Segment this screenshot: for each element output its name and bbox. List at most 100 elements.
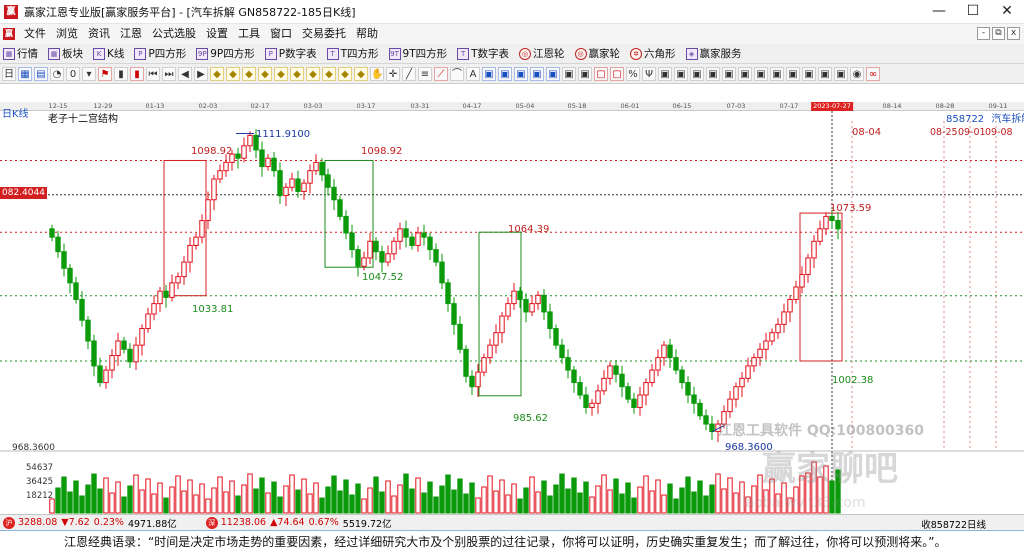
- menu-news[interactable]: 资讯: [83, 24, 115, 44]
- menu-window[interactable]: 窗口: [265, 24, 297, 44]
- mdi-close-button[interactable]: x: [1007, 27, 1020, 40]
- mdi-restore-button[interactable]: ⧉: [992, 27, 1005, 40]
- candle-body: [577, 382, 583, 396]
- diamond-icon[interactable]: ◆: [306, 66, 320, 81]
- volume-bar: [295, 489, 301, 514]
- box-icon[interactable]: ▣: [498, 66, 512, 81]
- volume-bar: [367, 487, 373, 514]
- menu-browse[interactable]: 浏览: [51, 24, 83, 44]
- diamond-icon[interactable]: ◆: [226, 66, 240, 81]
- chevron-down-icon[interactable]: ▾: [82, 66, 96, 81]
- diamond-icon[interactable]: ◆: [274, 66, 288, 81]
- diamond-icon[interactable]: ◆: [338, 66, 352, 81]
- tool-9p-square[interactable]: 9P 9P四方形: [193, 46, 255, 61]
- arc-icon[interactable]: ⌒: [450, 66, 464, 81]
- circle-icon[interactable]: ◉: [850, 66, 864, 81]
- diamond-icon[interactable]: ◆: [210, 66, 224, 81]
- sh-index[interactable]: 沪 3288.08 ▼7.62 0.23% 4971.88亿: [0, 516, 177, 530]
- tool-winner-service[interactable]: ◈ 赢家服务: [683, 46, 742, 61]
- box-icon[interactable]: ▣: [658, 66, 672, 81]
- candle-body: [685, 382, 691, 396]
- lines-icon[interactable]: ≡: [418, 66, 432, 81]
- text-icon[interactable]: A: [466, 66, 480, 81]
- diamond-icon[interactable]: ◆: [258, 66, 272, 81]
- candle-body: [487, 344, 493, 359]
- box-icon[interactable]: ▣: [706, 66, 720, 81]
- diamond-icon[interactable]: ◆: [322, 66, 336, 81]
- box-icon[interactable]: ▣: [546, 66, 560, 81]
- box-icon[interactable]: ▣: [514, 66, 528, 81]
- candle-body: [223, 161, 229, 172]
- step-right-icon[interactable]: ▶: [194, 66, 208, 81]
- tool-t-square[interactable]: T T四方形: [324, 46, 379, 61]
- flag-icon[interactable]: ⚑: [98, 66, 112, 81]
- close-button[interactable]: ✕: [990, 0, 1024, 24]
- diamond-icon[interactable]: ◆: [242, 66, 256, 81]
- column-icon[interactable]: ▮: [114, 66, 128, 81]
- menu-file[interactable]: 文件: [19, 24, 51, 44]
- box-icon[interactable]: ▣: [754, 66, 768, 81]
- candle-body: [121, 340, 127, 350]
- first-bar-icon[interactable]: ⏮: [146, 66, 160, 81]
- box-icon[interactable]: ▣: [562, 66, 576, 81]
- box-icon[interactable]: ▣: [738, 66, 752, 81]
- menu-trade[interactable]: 交易委托: [297, 24, 351, 44]
- box-icon[interactable]: ▣: [834, 66, 848, 81]
- box-icon[interactable]: ▣: [530, 66, 544, 81]
- box-icon[interactable]: ▣: [482, 66, 496, 81]
- menu-tools[interactable]: 工具: [233, 24, 265, 44]
- box-icon[interactable]: ▣: [674, 66, 688, 81]
- hand-icon[interactable]: ✋: [370, 66, 384, 81]
- box-icon[interactable]: ▣: [578, 66, 592, 81]
- fan-icon[interactable]: ⟋: [434, 66, 448, 81]
- percent-icon[interactable]: %: [626, 66, 640, 81]
- infinity-icon[interactable]: ∞: [866, 66, 880, 81]
- tool-sectors[interactable]: ▦ 板块: [45, 46, 83, 61]
- date-axis-tick: 08-14: [882, 102, 902, 110]
- box-icon[interactable]: ▣: [802, 66, 816, 81]
- volume-bar: [271, 481, 277, 514]
- tool-quotes[interactable]: ▦ 行情: [0, 46, 38, 61]
- table-icon[interactable]: ▤: [34, 66, 48, 81]
- sz-index[interactable]: 深 11238.06 ▲74.64 0.67% 5519.72亿: [203, 516, 392, 530]
- box-icon[interactable]: ▣: [722, 66, 736, 81]
- step-left-icon[interactable]: ◀: [178, 66, 192, 81]
- box-icon[interactable]: ▣: [786, 66, 800, 81]
- diamond-icon[interactable]: ◆: [290, 66, 304, 81]
- crosshair-icon[interactable]: ✛: [386, 66, 400, 81]
- tool-t-table[interactable]: T T数字表: [454, 46, 509, 61]
- tool-winner-wheel[interactable]: ◎ 赢家轮: [572, 46, 620, 61]
- volume-bar: [631, 497, 637, 514]
- diamond-icon[interactable]: ◆: [354, 66, 368, 81]
- line-icon[interactable]: ╱: [402, 66, 416, 81]
- zero-icon[interactable]: 0: [66, 66, 80, 81]
- grid-icon[interactable]: ▦: [18, 66, 32, 81]
- clock-icon[interactable]: ◔: [50, 66, 64, 81]
- fib-icon[interactable]: Ψ: [642, 66, 656, 81]
- tool-p-square[interactable]: P P四方形: [131, 46, 186, 61]
- tool-kline[interactable]: K K线: [90, 46, 124, 61]
- menu-settings[interactable]: 设置: [201, 24, 233, 44]
- tool-gann-wheel[interactable]: ◎ 江恩轮: [516, 46, 565, 61]
- tool-hexagon[interactable]: ✲ 六角形: [627, 46, 676, 61]
- volume-bar: [703, 495, 709, 514]
- box-icon[interactable]: ▣: [690, 66, 704, 81]
- candle-body: [817, 228, 823, 242]
- box-icon[interactable]: ▣: [818, 66, 832, 81]
- menu-formula-screen[interactable]: 公式选股: [147, 24, 201, 44]
- square-icon[interactable]: ▢: [594, 66, 608, 81]
- minimize-button[interactable]: —: [922, 0, 956, 24]
- period-select-icon[interactable]: 日: [2, 66, 16, 81]
- maximize-button[interactable]: ☐: [956, 0, 990, 24]
- column-red-icon[interactable]: ▮: [130, 66, 144, 81]
- volume-bar: [511, 483, 517, 514]
- box-icon[interactable]: ▣: [770, 66, 784, 81]
- menu-gann[interactable]: 江恩: [115, 24, 147, 44]
- tool-p-table[interactable]: P P数字表: [262, 46, 317, 61]
- square-icon[interactable]: ▢: [610, 66, 624, 81]
- candle-body: [289, 178, 295, 188]
- last-bar-icon[interactable]: ⏭: [162, 66, 176, 81]
- menu-help[interactable]: 帮助: [351, 24, 383, 44]
- tool-9t-square[interactable]: 9T 9T四方形: [386, 46, 447, 61]
- mdi-minimize-button[interactable]: -: [977, 27, 990, 40]
